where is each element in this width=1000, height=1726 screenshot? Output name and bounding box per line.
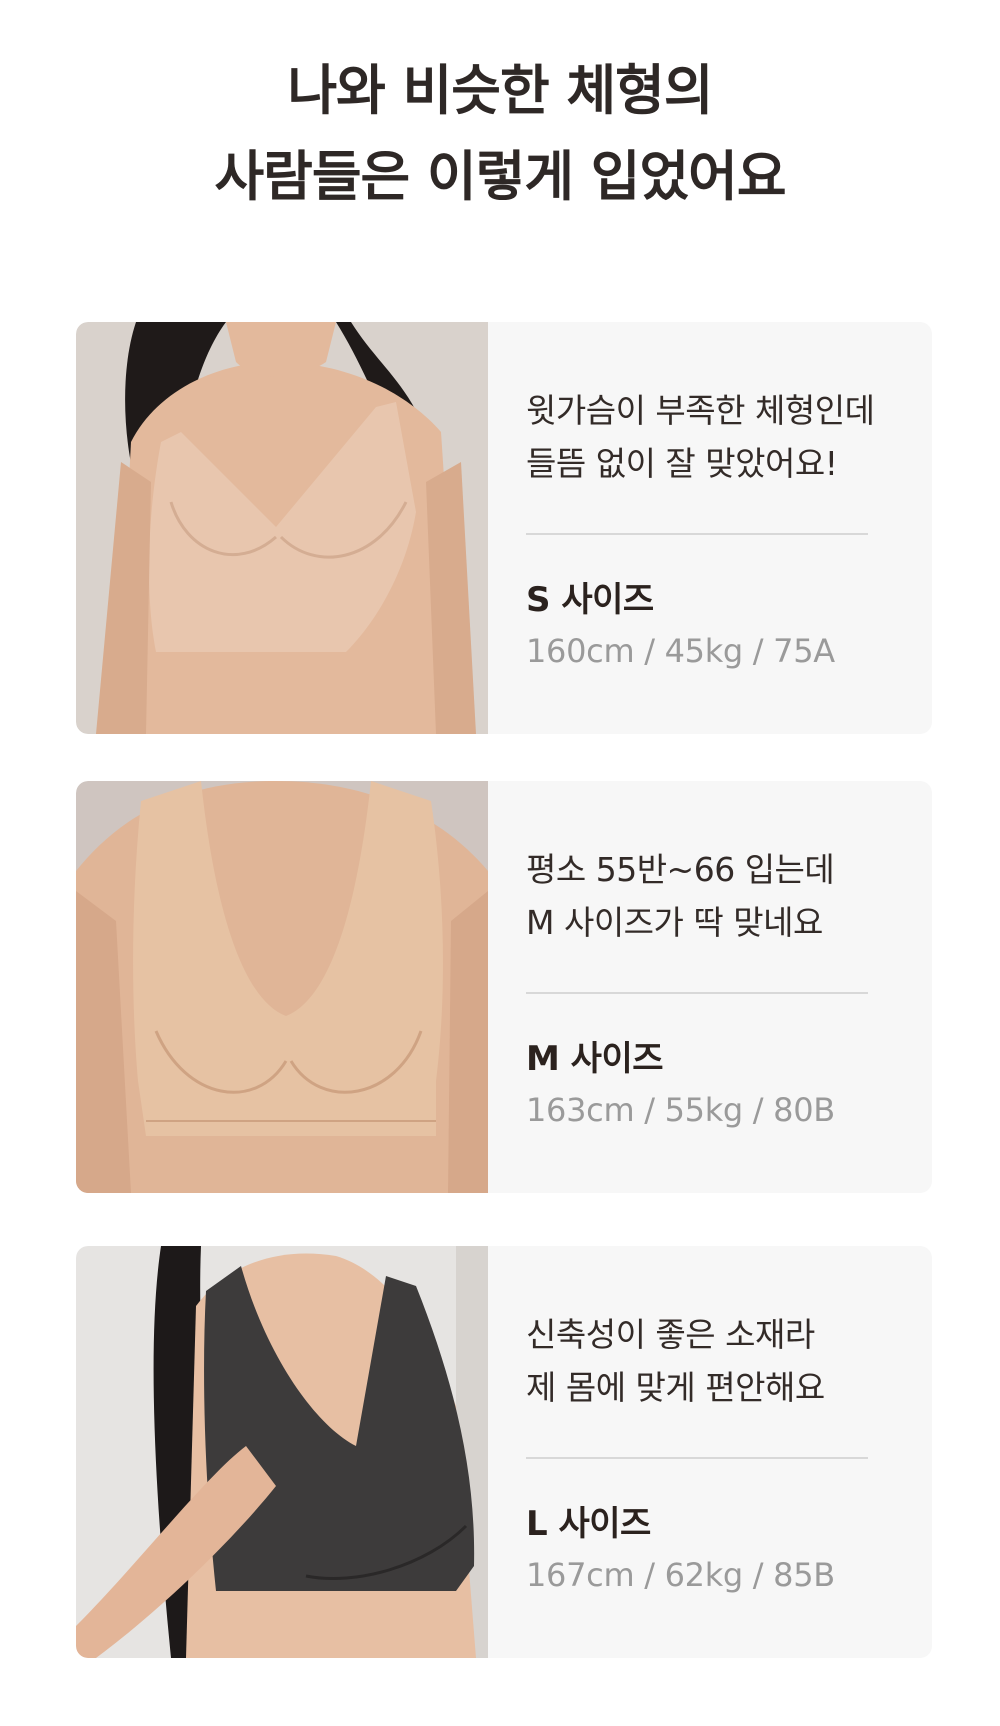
- size-label: L 사이즈: [526, 1504, 651, 1544]
- model-illustration-m: [76, 781, 488, 1193]
- model-photo-m: [76, 781, 488, 1193]
- body-spec: 167cm / 62kg / 85B: [526, 1556, 835, 1594]
- divider: [526, 992, 868, 994]
- body-spec: 160cm / 45kg / 75A: [526, 632, 835, 670]
- review-info-l: 신축성이 좋은 소재라 제 몸에 맞게 편안해요 L 사이즈 167cm / 6…: [526, 1246, 906, 1658]
- review-line-2: 제 몸에 맞게 편안해요: [526, 1368, 825, 1407]
- model-photo-l: [76, 1246, 488, 1658]
- review-line-1: 평소 55반~66 입는데: [526, 850, 835, 889]
- page-headline: 나와 비슷한 체형의 사람들은 이렇게 입었어요: [0, 48, 1000, 220]
- review-line-2: M 사이즈가 딱 맞네요: [526, 903, 823, 942]
- review-info-m: 평소 55반~66 입는데 M 사이즈가 딱 맞네요 M 사이즈 163cm /…: [526, 781, 906, 1193]
- review-text: 신축성이 좋은 소재라 제 몸에 맞게 편안해요: [526, 1308, 825, 1414]
- model-photo-s: [76, 322, 488, 734]
- review-text: 윗가슴이 부족한 체형인데 들뜸 없이 잘 맞았어요!: [526, 384, 875, 490]
- headline-line-2: 사람들은 이렇게 입었어요: [214, 145, 786, 208]
- review-line-1: 윗가슴이 부족한 체형인데: [526, 391, 875, 430]
- review-line-1: 신축성이 좋은 소재라: [526, 1315, 815, 1354]
- headline-line-1: 나와 비슷한 체형의: [287, 59, 713, 122]
- review-card-m: 평소 55반~66 입는데 M 사이즈가 딱 맞네요 M 사이즈 163cm /…: [76, 781, 932, 1193]
- review-line-2: 들뜸 없이 잘 맞았어요!: [526, 444, 838, 483]
- size-label: M 사이즈: [526, 1039, 664, 1079]
- review-info-s: 윗가슴이 부족한 체형인데 들뜸 없이 잘 맞았어요! S 사이즈 160cm …: [526, 322, 906, 734]
- review-card-s: 윗가슴이 부족한 체형인데 들뜸 없이 잘 맞았어요! S 사이즈 160cm …: [76, 322, 932, 734]
- divider: [526, 533, 868, 535]
- body-spec: 163cm / 55kg / 80B: [526, 1091, 835, 1129]
- model-illustration-l: [76, 1246, 488, 1658]
- divider: [526, 1457, 868, 1459]
- size-label: S 사이즈: [526, 580, 654, 620]
- model-illustration-s: [76, 322, 488, 734]
- review-text: 평소 55반~66 입는데 M 사이즈가 딱 맞네요: [526, 843, 835, 949]
- review-card-l: 신축성이 좋은 소재라 제 몸에 맞게 편안해요 L 사이즈 167cm / 6…: [76, 1246, 932, 1658]
